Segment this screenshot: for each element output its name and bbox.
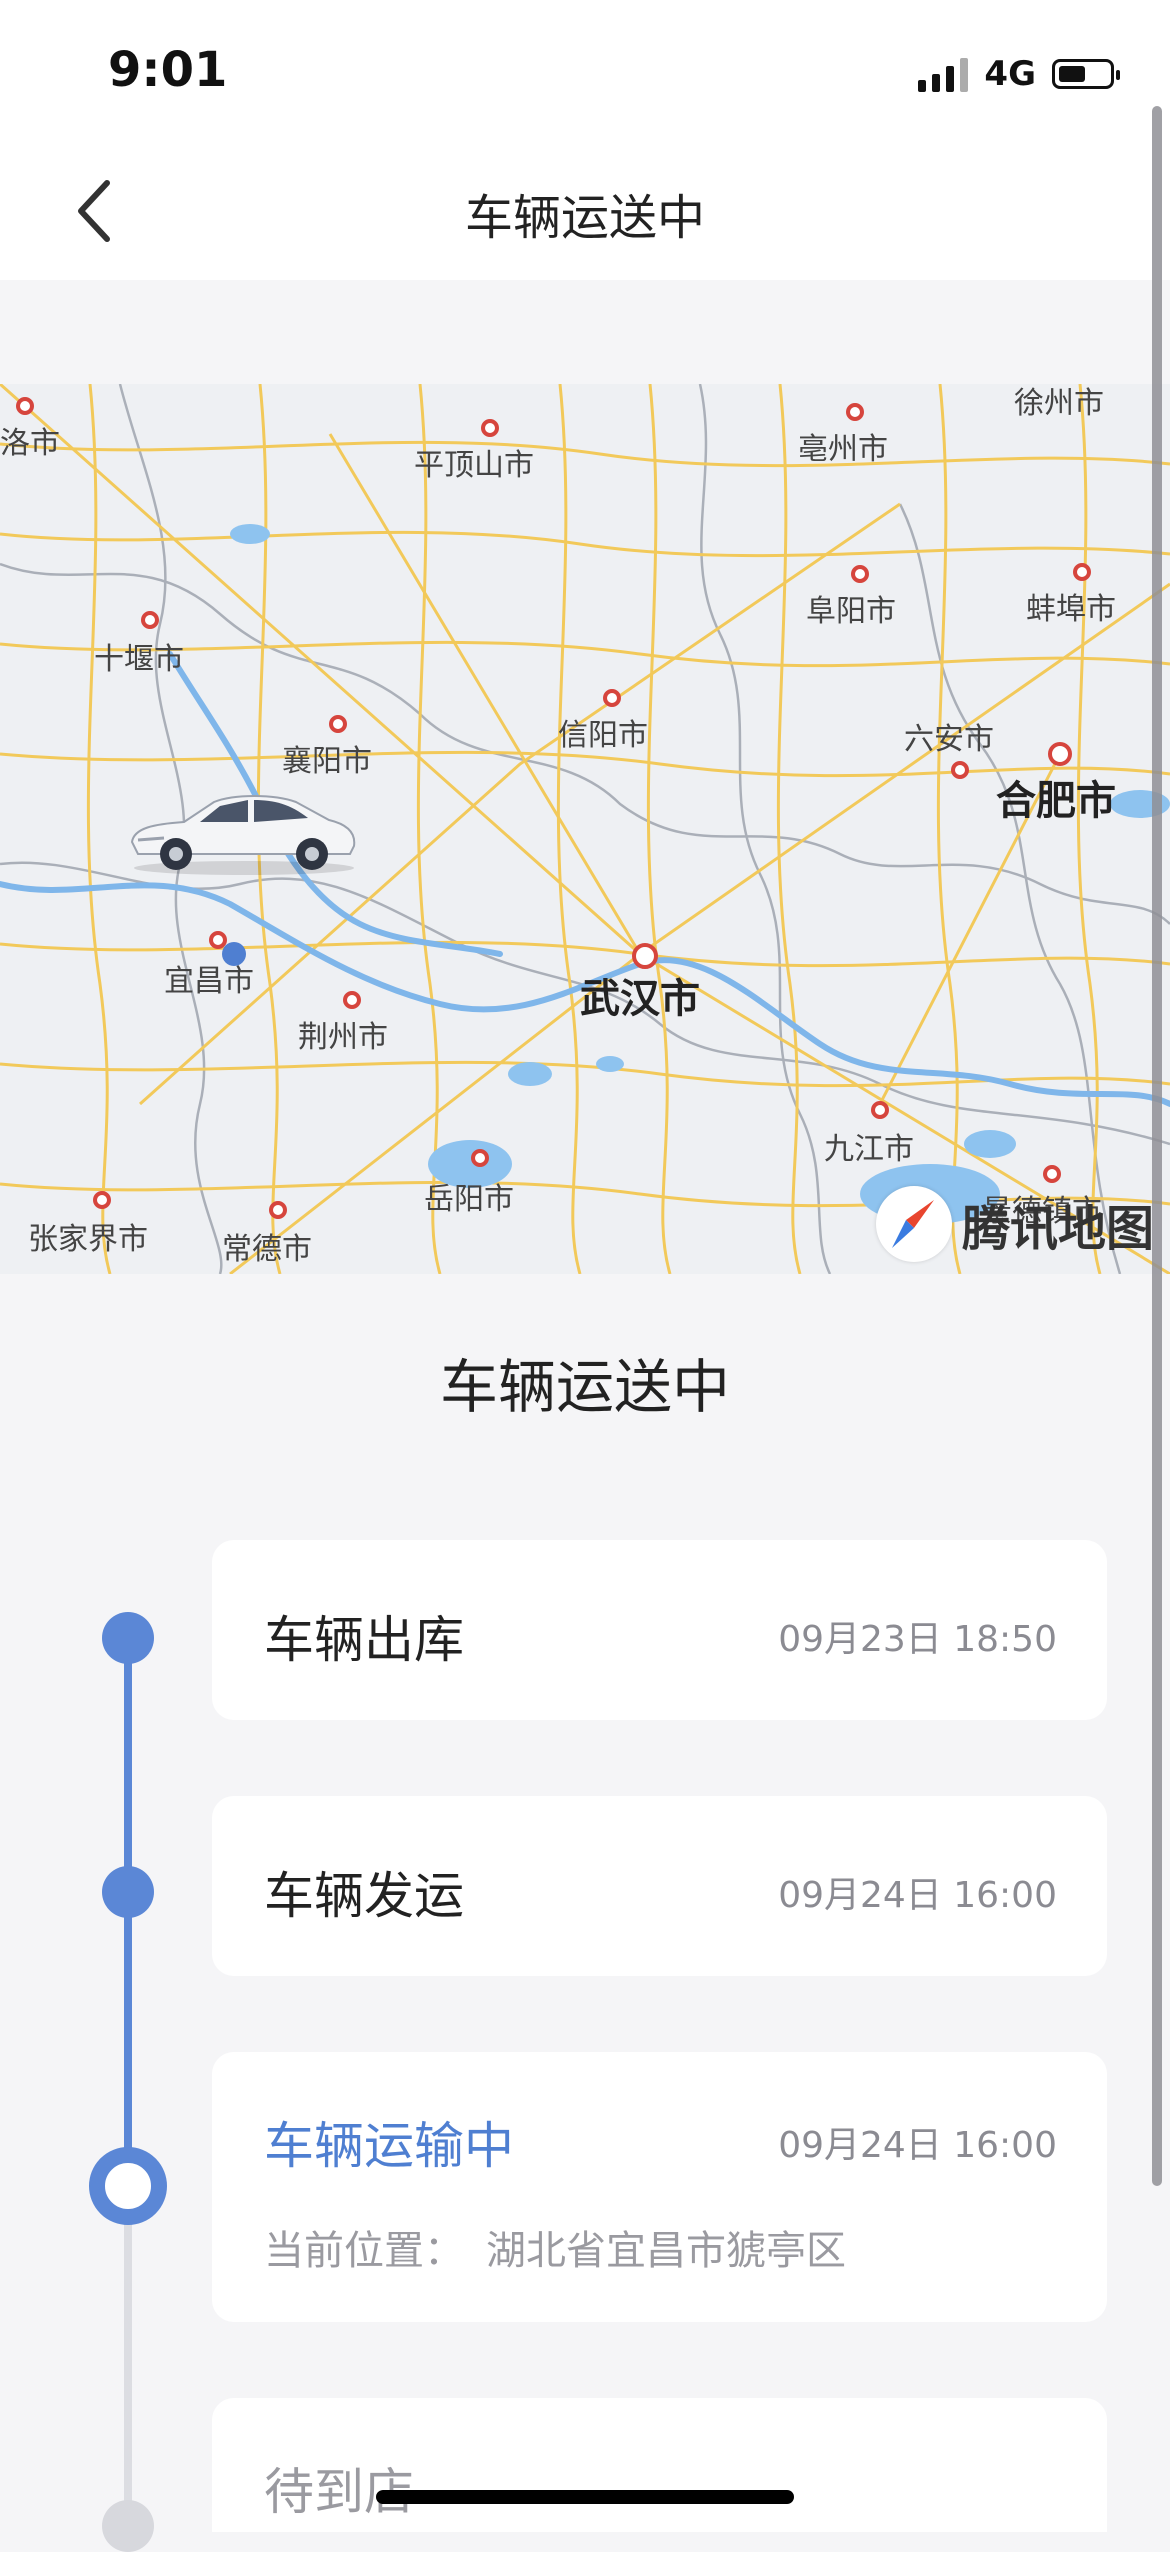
map-city-label: 六安市 xyxy=(904,722,994,757)
map-brand-label: 腾讯地图 xyxy=(961,1201,1154,1257)
timeline-step-time: 09月24日 16:00 xyxy=(778,2125,1057,2166)
timeline-line-pending xyxy=(124,2190,132,2532)
status-bar: 9:01 4G xyxy=(0,0,1170,140)
map-city-label: 洛市 xyxy=(0,426,60,461)
timeline-card: 车辆出库 09月23日 18:50 xyxy=(212,1540,1107,1720)
timeline-dot-pending xyxy=(102,2500,154,2552)
cellular-signal-icon xyxy=(918,56,969,92)
map-city-label: 信阳市 xyxy=(558,718,648,753)
map-city-label: 亳州市 xyxy=(798,432,888,467)
map-city-label: 十堰市 xyxy=(94,642,184,677)
status-time: 9:01 xyxy=(108,42,228,98)
car-icon xyxy=(130,795,356,875)
home-indicator[interactable] xyxy=(376,2490,794,2504)
map-brand: 腾讯地图 xyxy=(875,1186,1154,1262)
map-city-label: 徐州市 xyxy=(1014,386,1104,421)
timeline-step-title: 车辆运输中 xyxy=(264,2117,514,2175)
map-city-label: 九江市 xyxy=(824,1132,914,1167)
status-icons: 4G xyxy=(918,52,1120,96)
timeline-step-title: 待到店 xyxy=(264,2463,414,2521)
timeline-dot xyxy=(102,1866,154,1918)
map-city-label: 合肥市 xyxy=(996,778,1116,824)
section-title: 车辆运送中 xyxy=(439,1353,730,1421)
map-view[interactable]: 洛市 平顶山市 亳州市 徐州市 阜阳市 蚌埠市 十堰市 襄阳市 信阳市 六安市 … xyxy=(0,384,1170,1274)
map-city-label: 张家界市 xyxy=(28,1222,148,1257)
timeline-step-time: 09月24日 16:00 xyxy=(778,1875,1057,1916)
current-location-label: 当前位置： xyxy=(264,2228,464,2274)
map-city-label: 常德市 xyxy=(222,1232,312,1267)
scrollbar[interactable] xyxy=(1152,106,1162,2186)
map-city-label: 蚌埠市 xyxy=(1026,592,1116,627)
timeline-card: 车辆发运 09月24日 16:00 xyxy=(212,1796,1107,1976)
current-location-text: 当前位置： 湖北省宜昌市猇亭区 xyxy=(264,2218,846,2276)
map-city-label: 平顶山市 xyxy=(414,448,534,483)
current-location-value: 湖北省宜昌市猇亭区 xyxy=(486,2228,846,2274)
map-city-label: 阜阳市 xyxy=(806,594,896,629)
map-city-label: 襄阳市 xyxy=(282,744,372,779)
timeline-step-title: 车辆发运 xyxy=(264,1867,464,1925)
page-title: 车辆运送中 xyxy=(464,190,705,246)
timeline-step-time: 09月23日 18:50 xyxy=(778,1619,1057,1660)
battery-icon xyxy=(1052,59,1120,89)
timeline-step-title: 车辆出库 xyxy=(264,1611,464,1669)
map-city-label: 岳阳市 xyxy=(424,1182,514,1217)
timeline-dot xyxy=(102,1612,154,1664)
compass-logo-icon xyxy=(875,1186,952,1262)
timeline-card-current: 车辆运输中 09月24日 16:00 当前位置： 湖北省宜昌市猇亭区 xyxy=(212,2052,1107,2322)
map-city-label: 荆州市 xyxy=(298,1020,388,1055)
timeline-dot-current xyxy=(89,2147,167,2225)
map-city-label: 宜昌市 xyxy=(164,964,254,999)
map-city-label: 武汉市 xyxy=(580,976,700,1022)
network-type: 4G xyxy=(984,54,1036,94)
timeline-card: 待到店 xyxy=(212,2398,1107,2532)
nav-bar: 车辆运送中 xyxy=(0,140,1170,280)
